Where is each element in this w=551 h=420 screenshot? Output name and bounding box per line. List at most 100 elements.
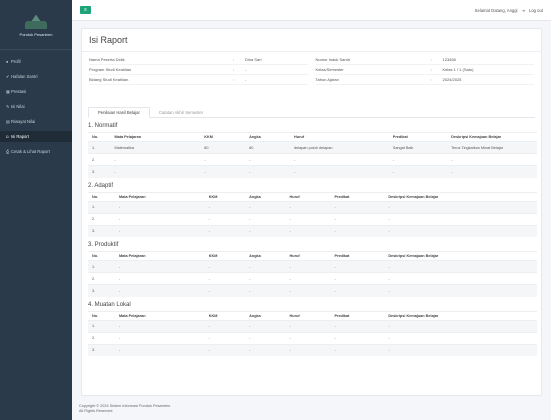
table-cell: - [384, 212, 537, 225]
sidebar-item-isi-nilai[interactable]: ✎ Isi Nilai [0, 101, 72, 112]
table-cell: 3. [88, 224, 115, 237]
column-header: Mata Pelajaran [114, 191, 205, 201]
sidebar-item-label: Hafalan Santri [11, 74, 38, 79]
info-sep: : [233, 57, 235, 62]
sidebar-item-profil[interactable]: ● Profil [0, 56, 72, 67]
hamburger-icon: ≡ [84, 7, 87, 13]
table-cell: - [204, 331, 246, 344]
table-cell: - [285, 272, 331, 285]
table-cell: - [447, 153, 537, 166]
table-cell: 80 [245, 141, 291, 154]
table-row: 1. - - - - - - [88, 200, 537, 213]
info-sep: : [233, 77, 235, 82]
table-row: 2. - - - - - - [88, 272, 537, 285]
table-cell: 1. [88, 260, 115, 273]
table-cell: 3. [88, 165, 111, 178]
info-value: 2024/2025 [442, 77, 462, 82]
table-cell: - [384, 224, 537, 237]
table-cell: 1. [88, 141, 111, 154]
table-cell: - [114, 212, 205, 225]
column-header: KKM [204, 310, 246, 320]
info-row: Kelas/Semester: Kelas 1 / 1 (Satu) [315, 65, 534, 75]
table-cell: - [204, 224, 246, 237]
sidebar-item-label: Prestasi [11, 89, 27, 94]
column-header: Huruf [285, 251, 331, 261]
table-cell: - [245, 165, 291, 178]
column-header: Deskripsi Kemajuan Belajar [384, 310, 537, 320]
column-header: Angka [245, 191, 286, 201]
logout-link[interactable]: Log out [529, 8, 543, 13]
table-cell: - [290, 165, 389, 178]
sidebar-item-prestasi[interactable]: ▦ Prestasi [0, 86, 72, 97]
table-cell: - [285, 331, 331, 344]
grade-table: No. Mata Pelajaran KKM Angka Huruf Predikat De… [88, 251, 537, 297]
sidebar-item-cetak-raport[interactable]: ⎙ Cetak & Lihat Raport [0, 146, 72, 157]
column-header: KKM [204, 191, 246, 201]
table-row: 1. - - - - - - [88, 260, 537, 273]
info-sep: : [233, 67, 235, 72]
table-row: 3. - - - - - - [88, 224, 537, 237]
raport-card: Isi Raport Nama Peserta Didik: Dina Sari … [81, 28, 542, 396]
table-cell: Sangat Baik [388, 141, 448, 154]
logout-icon: ⇥ [521, 7, 526, 13]
table-cell: - [330, 343, 385, 356]
table-cell: - [285, 260, 331, 273]
info-label: Bidang Studi Keahlian [89, 77, 129, 82]
tab-catatan-akhir-semester[interactable]: Catatan Akhir Semester [150, 107, 212, 117]
sidebar-item-isi-raport[interactable]: ◘ Isi Raport [0, 131, 72, 142]
column-header: Huruf [285, 191, 331, 201]
brand-name: Pondok Pesantren [19, 31, 53, 37]
table-cell: - [384, 331, 537, 344]
table-cell: - [330, 319, 385, 332]
table-cell: - [384, 272, 537, 285]
info-label: Program Studi Keahlian [89, 67, 132, 72]
column-header: No. [88, 251, 115, 261]
table-cell: 80 [200, 141, 246, 154]
table-cell: - [384, 200, 537, 213]
table-cell: - [245, 319, 286, 332]
table-cell: - [204, 212, 246, 225]
table-cell: delapan puluh delapan [290, 141, 389, 154]
brand[interactable]: Pondok Pesantren [0, 0, 72, 50]
table-cell: - [110, 153, 201, 166]
table-cell: - [114, 343, 205, 356]
column-header: No. [88, 132, 111, 142]
table-cell: - [290, 153, 389, 166]
column-header: KKM [204, 251, 246, 261]
table-cell: 2. [88, 153, 111, 166]
table-cell: - [200, 165, 246, 178]
mosque-logo-icon [25, 13, 47, 29]
table-cell: - [204, 260, 246, 273]
info-row: Bidang Studi Keahlian: - [89, 75, 308, 85]
sidebar-item-riwayat-nilai[interactable]: ▤ Riwayat Nilai [0, 116, 72, 127]
table-cell: - [114, 200, 205, 213]
table-cell: - [200, 153, 246, 166]
info-row: Nama Peserta Didik: Dina Sari [89, 55, 308, 65]
table-cell: - [245, 224, 286, 237]
table-cell: 1. [88, 200, 115, 213]
table-cell: - [245, 331, 286, 344]
column-header: No. [88, 191, 115, 201]
table-cell: - [384, 343, 537, 356]
table-cell: - [330, 224, 385, 237]
column-header: Deskripsi Kemajuan Belajar [447, 132, 537, 142]
grade-table: No. Mata Pelajaran KKM Angka Huruf Predikat De… [88, 310, 537, 356]
info-label: Nomor Induk Santri [315, 57, 350, 62]
info-label: Tahun Ajaran [315, 77, 339, 82]
menu-toggle-button[interactable]: ≡ [80, 6, 91, 14]
table-row: 3. - - - - - - [88, 165, 537, 178]
info-value: Kelas 1 / 1 (Satu) [442, 67, 474, 72]
table-cell: 2. [88, 331, 115, 344]
table-cell: - [114, 331, 205, 344]
table-header-row: No. Mata Pelajaran KKM Angka Huruf Predikat De… [88, 132, 537, 142]
column-header: Angka [245, 251, 286, 261]
sidebar-item-hafalan-santri[interactable]: ✔ Hafalan Santri [0, 71, 72, 82]
info-sep: : [430, 67, 432, 72]
tab-penilaian-hasil-belajar[interactable]: Penilaian Hasil Belajar [88, 107, 150, 118]
section-title: 4. Muatan Lokal [88, 301, 131, 308]
footer-rights: All Rights Reserved. [79, 409, 114, 413]
column-header: Mata Pelajaran [114, 251, 205, 261]
footer: Copyright © 2024 Sistem Informasi Pondok… [79, 404, 171, 414]
table-cell: 3. [88, 284, 115, 297]
table-cell: - [245, 343, 286, 356]
